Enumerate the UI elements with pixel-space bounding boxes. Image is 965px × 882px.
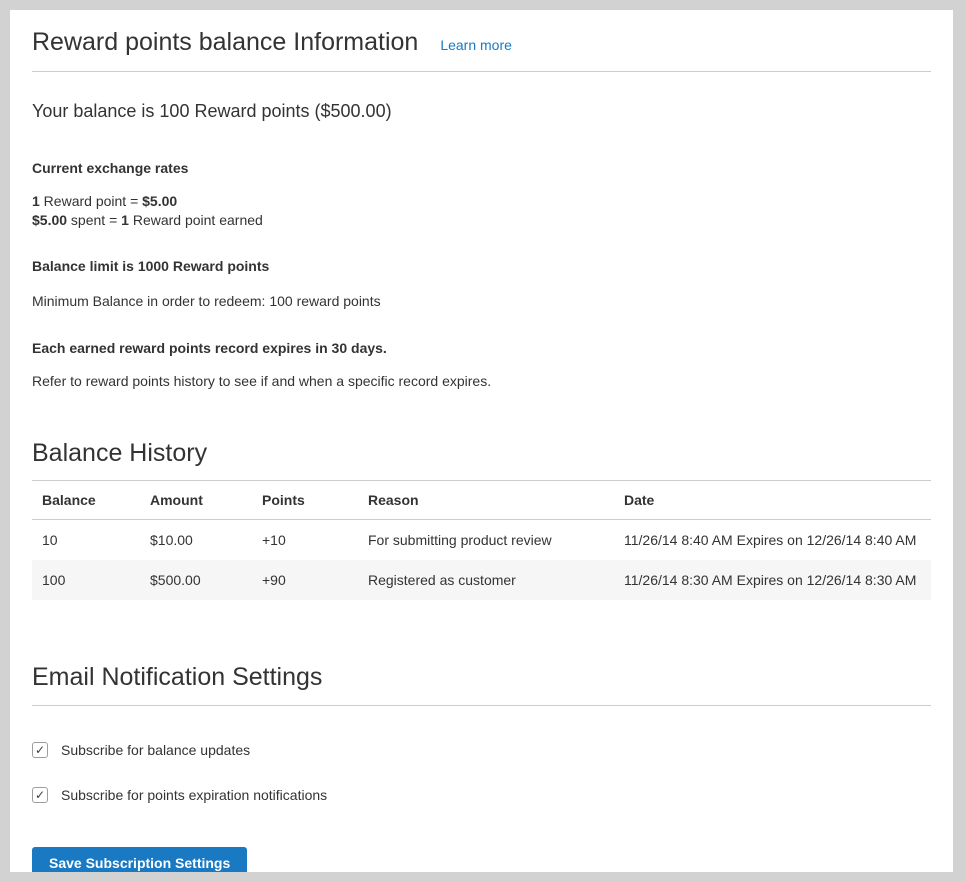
- balance-summary: Your balance is 100 Reward points ($500.…: [32, 100, 931, 123]
- rate2-text: spent =: [67, 212, 121, 228]
- page-title: Reward points balance Information: [32, 27, 418, 57]
- rate2-amount: $5.00: [32, 212, 67, 228]
- save-subscription-settings-button[interactable]: Save Subscription Settings: [32, 847, 247, 872]
- balance-history-table: Balance Amount Points Reason Date 10 $10…: [32, 480, 931, 600]
- balance-updates-option: ✓ Subscribe for balance updates: [32, 742, 931, 758]
- checkmark-icon: ✓: [35, 744, 45, 756]
- rate2-points: 1: [121, 212, 129, 228]
- rate1-amount: $5.00: [142, 193, 177, 209]
- column-header-balance: Balance: [32, 481, 140, 520]
- cell-date: 11/26/14 8:30 AM Expires on 12/26/14 8:3…: [614, 560, 931, 600]
- exchange-rates-heading: Current exchange rates: [32, 159, 931, 178]
- checkmark-icon: ✓: [35, 789, 45, 801]
- reward-points-card: Reward points balance Information Learn …: [10, 10, 953, 872]
- page-title-row: Reward points balance Information Learn …: [32, 10, 931, 72]
- balance-limit-text: Balance limit is 1000 Reward points: [32, 257, 931, 276]
- cell-balance: 100: [32, 560, 140, 600]
- learn-more-link[interactable]: Learn more: [440, 37, 512, 53]
- cell-points: +10: [252, 520, 358, 561]
- cell-amount: $10.00: [140, 520, 252, 561]
- table-row: 10 $10.00 +10 For submitting product rev…: [32, 520, 931, 561]
- cell-amount: $500.00: [140, 560, 252, 600]
- balance-updates-label: Subscribe for balance updates: [61, 742, 250, 758]
- cell-date: 11/26/14 8:40 AM Expires on 12/26/14 8:4…: [614, 520, 931, 561]
- cell-reason: Registered as customer: [358, 560, 614, 600]
- email-settings-title: Email Notification Settings: [32, 662, 931, 706]
- column-header-reason: Reason: [358, 481, 614, 520]
- cell-balance: 10: [32, 520, 140, 561]
- expiration-note-text: Refer to reward points history to see if…: [32, 372, 931, 391]
- expiration-rule-text: Each earned reward points record expires…: [32, 339, 931, 358]
- rate1-points: 1: [32, 193, 40, 209]
- column-header-amount: Amount: [140, 481, 252, 520]
- expiration-notifications-option: ✓ Subscribe for points expiration notifi…: [32, 787, 931, 803]
- balance-updates-checkbox[interactable]: ✓: [32, 742, 48, 758]
- column-header-points: Points: [252, 481, 358, 520]
- column-header-date: Date: [614, 481, 931, 520]
- expiration-notifications-label: Subscribe for points expiration notifica…: [61, 787, 327, 803]
- rate2-suffix: Reward point earned: [129, 212, 263, 228]
- balance-history-title: Balance History: [32, 438, 931, 468]
- table-header-row: Balance Amount Points Reason Date: [32, 481, 931, 520]
- cell-reason: For submitting product review: [358, 520, 614, 561]
- exchange-rate-line-1: 1 Reward point = $5.00: [32, 192, 931, 211]
- table-row: 100 $500.00 +90 Registered as customer 1…: [32, 560, 931, 600]
- cell-points: +90: [252, 560, 358, 600]
- minimum-balance-text: Minimum Balance in order to redeem: 100 …: [32, 292, 931, 311]
- expiration-notifications-checkbox[interactable]: ✓: [32, 787, 48, 803]
- exchange-rate-line-2: $5.00 spent = 1 Reward point earned: [32, 211, 931, 230]
- rate1-text: Reward point =: [40, 193, 142, 209]
